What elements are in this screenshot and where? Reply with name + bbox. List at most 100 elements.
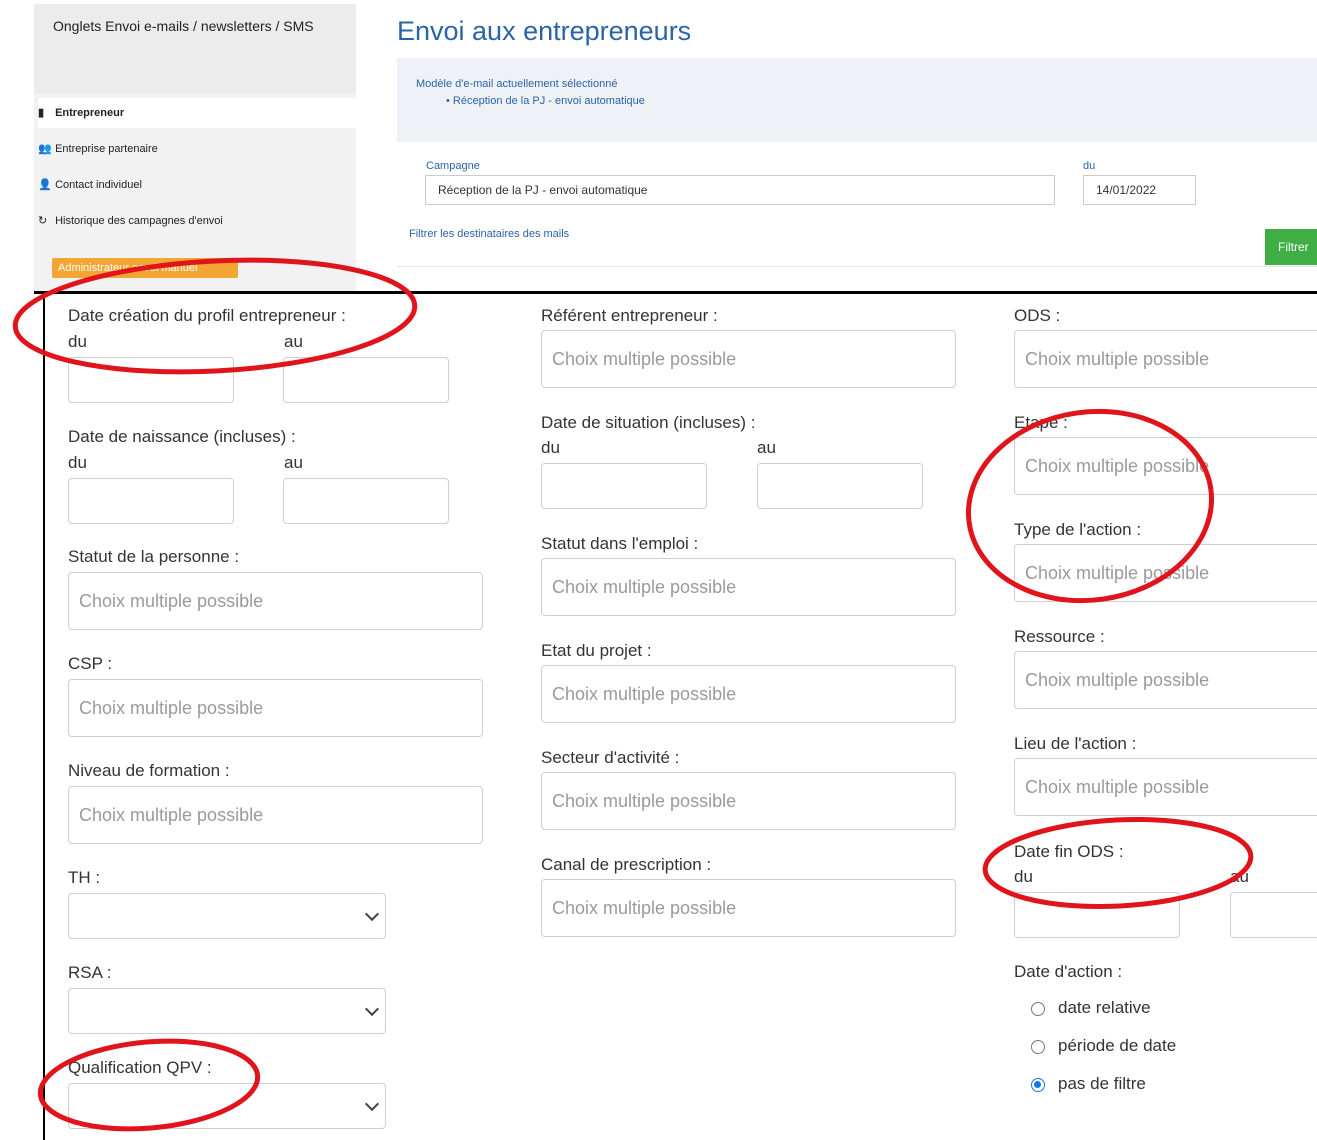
placeholder: Choix multiple possible xyxy=(1025,563,1210,583)
type-action-label: Type de l'action : xyxy=(1014,520,1142,539)
referent-multiselect[interactable]: Choix multiple possible xyxy=(541,330,956,388)
placeholder: Choix multiple possible xyxy=(1025,456,1210,476)
to-label: au xyxy=(1230,867,1249,886)
sidebar: Onglets Envoi e-mails / newsletters / SM… xyxy=(34,4,356,292)
building-icon: ▮ xyxy=(38,107,45,119)
sidebar-item-label: Entrepreneur xyxy=(55,107,125,119)
from-label: du xyxy=(1014,867,1033,886)
date-naissance-to-input[interactable] xyxy=(283,478,449,524)
canal-multiselect[interactable]: Choix multiple possible xyxy=(541,879,956,937)
date-situation-label: Date de situation (incluses) : xyxy=(541,413,756,432)
date-situation-from-input[interactable] xyxy=(541,463,707,509)
ressource-multiselect[interactable]: Choix multiple possible xyxy=(1014,651,1317,709)
date-naissance-label: Date de naissance (incluses) : xyxy=(68,427,296,446)
date-creation-label: Date création du profil entrepreneur : xyxy=(68,306,346,325)
statut-emploi-label: Statut dans l'emploi : xyxy=(541,534,699,553)
csp-label: CSP : xyxy=(68,654,113,673)
users-icon: 👥 xyxy=(38,143,52,155)
sidebar-item-contact-individuel[interactable]: 👤 Contact individuel xyxy=(38,170,356,200)
date-fin-ods-label: Date fin ODS : xyxy=(1014,842,1124,861)
radio-pas-de-filtre[interactable] xyxy=(1031,1078,1045,1092)
placeholder: Choix multiple possible xyxy=(79,591,264,611)
section-divider xyxy=(34,291,1317,294)
chevron-down-icon xyxy=(364,1096,380,1112)
date-creation-to-input[interactable] xyxy=(283,357,449,403)
campaign-date-label: du xyxy=(1083,160,1096,172)
selected-model-value: • Réception de la PJ - envoi automatique xyxy=(446,95,645,107)
etat-projet-label: Etat du projet : xyxy=(541,641,652,660)
secteur-label: Secteur d'activité : xyxy=(541,748,680,767)
date-creation-from-input[interactable] xyxy=(68,357,234,403)
sidebar-item-historique[interactable]: ↻ Historique des campagnes d'envoi xyxy=(38,206,356,236)
referent-label: Référent entrepreneur : xyxy=(541,306,718,325)
radio-label: pas de filtre xyxy=(1058,1074,1146,1093)
rsa-label: RSA : xyxy=(68,963,112,982)
sidebar-header: Onglets Envoi e-mails / newsletters / SM… xyxy=(34,4,356,94)
placeholder: Choix multiple possible xyxy=(552,349,737,369)
to-label: au xyxy=(284,453,303,472)
type-action-multiselect[interactable]: Choix multiple possible xyxy=(1014,544,1317,602)
statut-personne-label: Statut de la personne : xyxy=(68,547,240,566)
from-label: du xyxy=(541,438,560,457)
manual-send-admin-button[interactable]: Administrateur envoi manuel xyxy=(52,258,238,278)
placeholder: Choix multiple possible xyxy=(79,698,264,718)
th-label: TH : xyxy=(68,868,101,887)
lieu-action-label: Lieu de l'action : xyxy=(1014,734,1137,753)
sidebar-item-entrepreneur[interactable]: ▮ Entrepreneur xyxy=(38,98,356,128)
placeholder: Choix multiple possible xyxy=(552,684,737,704)
statut-personne-multiselect[interactable]: Choix multiple possible xyxy=(68,572,483,630)
page-title: Envoi aux entrepreneurs xyxy=(397,16,692,46)
ods-multiselect[interactable]: Choix multiple possible xyxy=(1014,330,1317,388)
divider xyxy=(397,266,1317,267)
date-situation-to-input[interactable] xyxy=(757,463,923,509)
statut-emploi-multiselect[interactable]: Choix multiple possible xyxy=(541,558,956,616)
radio-label: date relative xyxy=(1058,998,1151,1017)
sidebar-item-label: Contact individuel xyxy=(55,179,142,191)
etape-multiselect[interactable]: Choix multiple possible xyxy=(1014,437,1317,495)
campaign-label: Campagne xyxy=(426,160,480,172)
rsa-select[interactable] xyxy=(68,988,386,1034)
filter-recipients-link[interactable]: Filtrer les destinataires des mails xyxy=(409,228,569,240)
th-select[interactable] xyxy=(68,893,386,939)
etat-projet-multiselect[interactable]: Choix multiple possible xyxy=(541,665,956,723)
secteur-multiselect[interactable]: Choix multiple possible xyxy=(541,772,956,830)
ressource-label: Ressource : xyxy=(1014,627,1105,646)
niveau-formation-multiselect[interactable]: Choix multiple possible xyxy=(68,786,483,844)
chevron-down-icon xyxy=(364,906,380,922)
to-label: au xyxy=(284,332,303,351)
sidebar-item-label: Historique des campagnes d'envoi xyxy=(55,215,223,227)
qpv-select[interactable] xyxy=(68,1083,386,1129)
to-label: au xyxy=(757,438,776,457)
campaign-input[interactable]: Réception de la PJ - envoi automatique xyxy=(425,175,1055,205)
placeholder: Choix multiple possible xyxy=(1025,670,1210,690)
placeholder: Choix multiple possible xyxy=(1025,777,1210,797)
chevron-down-icon xyxy=(364,1001,380,1017)
placeholder: Choix multiple possible xyxy=(552,898,737,918)
lieu-action-multiselect[interactable]: Choix multiple possible xyxy=(1014,758,1317,816)
radio-label: période de date xyxy=(1058,1036,1177,1055)
radio-date-relative[interactable] xyxy=(1031,1002,1045,1016)
etape-label: Etape : xyxy=(1014,413,1068,432)
top-panel: Onglets Envoi e-mails / newsletters / SM… xyxy=(34,4,1317,292)
from-label: du xyxy=(68,453,87,472)
user-icon: 👤 xyxy=(38,179,52,191)
sidebar-title: Onglets Envoi e-mails / newsletters / SM… xyxy=(53,18,314,34)
sidebar-item-entreprise-partenaire[interactable]: 👥 Entreprise partenaire xyxy=(38,134,356,164)
csp-multiselect[interactable]: Choix multiple possible xyxy=(68,679,483,737)
radio-periode-date[interactable] xyxy=(1031,1040,1045,1054)
date-fin-ods-to-input[interactable] xyxy=(1230,892,1317,938)
campaign-date-input[interactable]: 14/01/2022 xyxy=(1083,175,1196,205)
placeholder: Choix multiple possible xyxy=(1025,349,1210,369)
canal-label: Canal de prescription : xyxy=(541,855,712,874)
niveau-formation-label: Niveau de formation : xyxy=(68,761,230,780)
selected-model-label: Modèle d'e-mail actuellement sélectionné xyxy=(416,78,618,90)
filter-button[interactable]: Filtrer xyxy=(1265,229,1317,265)
sidebar-item-label: Entreprise partenaire xyxy=(55,143,158,155)
ods-label: ODS : xyxy=(1014,306,1061,325)
from-label: du xyxy=(68,332,87,351)
date-naissance-from-input[interactable] xyxy=(68,478,234,524)
placeholder: Choix multiple possible xyxy=(552,577,737,597)
date-action-label: Date d'action : xyxy=(1014,962,1123,981)
history-icon: ↻ xyxy=(38,215,48,227)
date-fin-ods-from-input[interactable] xyxy=(1014,892,1180,938)
